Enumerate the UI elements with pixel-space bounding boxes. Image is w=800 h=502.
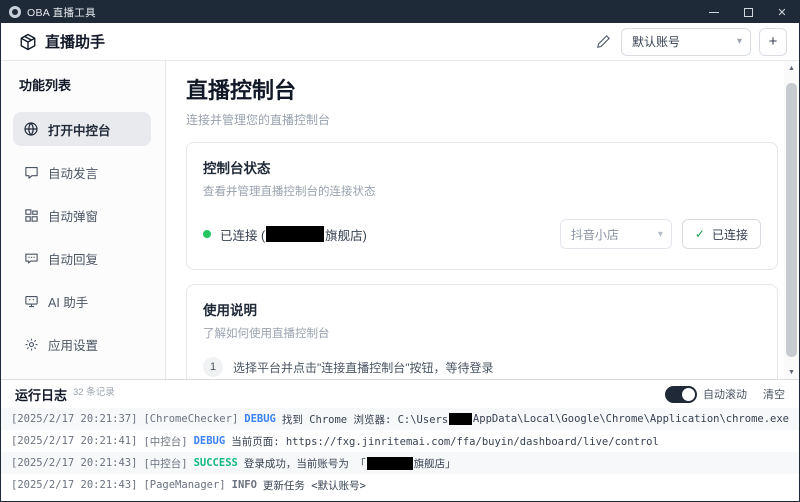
check-icon: ✓	[694, 227, 705, 241]
scrollbar-thumb[interactable]	[786, 83, 797, 357]
sidebar-item-open-console[interactable]: 打开中控台	[13, 112, 151, 146]
chat-bubble-icon	[23, 164, 39, 180]
platform-select[interactable]: 抖音小店 ▾	[559, 219, 672, 249]
account-select-value: 默认账号	[632, 35, 681, 49]
popup-grid-icon	[23, 207, 39, 223]
platform-select-value: 抖音小店	[570, 227, 619, 242]
log-level-badge: DEBUG	[193, 435, 226, 447]
sidebar-item-app-settings[interactable]: 应用设置	[13, 327, 151, 361]
instructions-card-description: 了解如何使用直播控制台	[203, 328, 330, 340]
sidebar-section-title: 功能列表	[19, 78, 72, 93]
app-title: 直播助手	[45, 34, 106, 51]
maximize-button[interactable]	[731, 1, 765, 23]
window-title: OBA 直播工具	[27, 6, 96, 19]
sidebar-item-label: 自动回复	[48, 252, 99, 267]
body: 功能列表 打开中控台 自动发言 自动弹窗 自动回复 AI 助手 应用设置 直播控…	[1, 61, 799, 440]
page-subtitle: 连接并管理您的直播控制台	[186, 113, 331, 127]
chevron-down-icon: ▾	[657, 228, 663, 240]
autoscroll-label: 自动滚动	[703, 389, 747, 401]
minimize-button[interactable]	[697, 1, 731, 23]
log-lines: [2025/2/17 20:21:37] [ChromeChecker] DEB…	[1, 408, 799, 501]
package-icon	[19, 33, 37, 51]
connection-status-text: 已连接 ( 旗舰店)	[220, 225, 367, 244]
instruction-step: 1 选择平台并点击"连接直播控制台"按钮，等待登录	[203, 357, 761, 377]
log-line: [2025/2/17 20:21:37] [ChromeChecker] DEB…	[1, 408, 799, 430]
add-account-button[interactable]: +	[759, 27, 787, 56]
log-level-badge: INFO	[231, 479, 257, 491]
app-header: 直播助手 默认账号 ▾ +	[1, 23, 799, 61]
chevron-down-icon: ▾	[736, 36, 742, 47]
vertical-scrollbar[interactable]: ▲ ▼	[784, 61, 799, 379]
sidebar-item-label: 自动弹窗	[48, 209, 99, 224]
log-panel-title: 运行日志	[15, 387, 68, 403]
log-line: [2025/2/17 20:21:43] [PageManager] INFO …	[11, 479, 366, 492]
redacted-username	[449, 413, 472, 425]
log-panel-header: 运行日志 32 条记录 自动滚动 清空	[1, 380, 799, 408]
instructions-card-title: 使用说明	[203, 303, 257, 318]
connection-status-row: 已连接 ( 旗舰店) 抖音小店 ▾ ✓ 已连接	[203, 219, 761, 249]
titlebar: OBA 直播工具 ✕	[1, 1, 799, 23]
sidebar-item-label: 打开中控台	[48, 123, 111, 138]
redacted-shop-name	[266, 226, 325, 242]
close-button[interactable]: ✕	[765, 1, 799, 23]
log-level-badge: SUCCESS	[193, 457, 238, 469]
gear-icon	[23, 336, 39, 352]
console-status-card: 控制台状态 查看并管理直播控制台的连接状态 已连接 ( 旗舰店) 抖音小店 ▾	[186, 142, 778, 270]
step-number-badge: 1	[203, 357, 223, 377]
sidebar: 功能列表 打开中控台 自动发言 自动弹窗 自动回复 AI 助手 应用设置	[1, 61, 166, 379]
connect-console-button[interactable]: ✓ 已连接	[681, 219, 761, 249]
scroll-up-arrow-icon[interactable]: ▲	[784, 61, 799, 75]
clear-log-button[interactable]: 清空	[763, 386, 785, 402]
sidebar-item-auto-speak[interactable]: 自动发言	[13, 155, 151, 189]
sidebar-item-label: 应用设置	[48, 338, 99, 353]
sidebar-item-auto-popup[interactable]: 自动弹窗	[13, 198, 151, 232]
autoscroll-toggle[interactable]	[665, 385, 697, 403]
main-content: 直播控制台 连接并管理您的直播控制台 控制台状态 查看并管理直播控制台的连接状态…	[166, 61, 784, 440]
globe-icon	[23, 121, 39, 137]
sidebar-item-auto-reply[interactable]: 自动回复	[13, 241, 151, 275]
status-card-description: 查看并管理直播控制台的连接状态	[203, 186, 376, 198]
log-level-badge: DEBUG	[244, 413, 276, 425]
log-panel: 运行日志 32 条记录 自动滚动 清空 [2025/2/17 20:21:37]…	[1, 379, 799, 501]
log-line: [2025/2/17 20:21:41] [中控台] DEBUG 当前页面: h…	[11, 435, 659, 448]
app-logo-icon	[9, 6, 21, 18]
monitor-icon	[23, 293, 39, 309]
reply-bubble-icon	[23, 250, 39, 266]
page-title: 直播控制台	[186, 78, 297, 103]
redacted-account-name	[366, 456, 413, 470]
log-line: [2025/2/17 20:21:43] [中控台] SUCCESS 登录成功，…	[1, 452, 799, 474]
sidebar-item-label: 自动发言	[48, 166, 99, 181]
scroll-down-arrow-icon[interactable]: ▼	[784, 365, 799, 379]
sidebar-item-ai-assistant[interactable]: AI 助手	[13, 284, 151, 318]
log-record-count: 32 条记录	[73, 387, 115, 398]
status-card-title: 控制台状态	[203, 161, 271, 176]
account-select[interactable]: 默认账号 ▾	[621, 27, 751, 56]
sidebar-item-label: AI 助手	[48, 295, 89, 310]
edit-account-icon[interactable]	[596, 34, 611, 49]
status-green-dot	[203, 230, 211, 238]
app-window: OBA 直播工具 ✕ 直播助手 默认账号 ▾ + 功能列表 打开中控台 自动发言…	[0, 0, 800, 502]
